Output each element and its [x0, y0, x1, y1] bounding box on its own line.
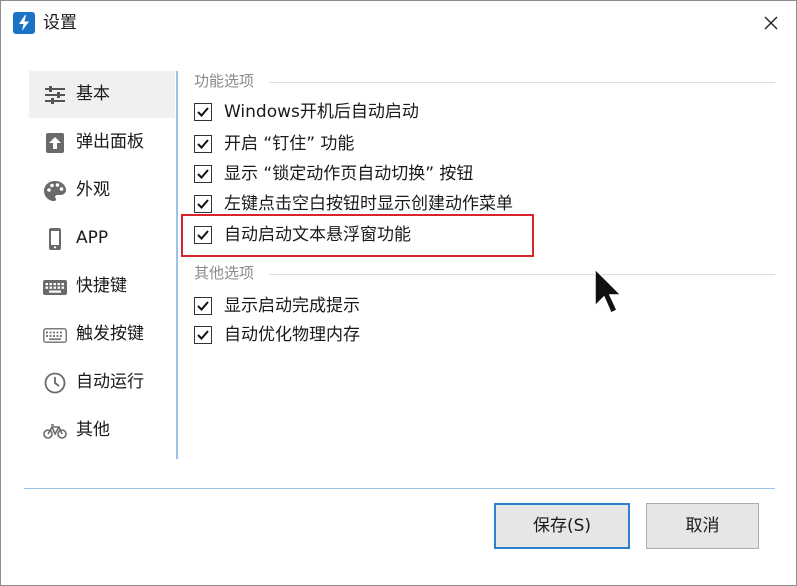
checkbox[interactable] [194, 195, 212, 213]
sidebar-item-appearance[interactable]: 外观 [29, 167, 175, 214]
settings-dialog: 设置 基本 弹出面板 外观 APP 快捷键 触发按键 自动运行 其他 功能选项 … [0, 0, 797, 586]
sliders-icon [45, 86, 65, 104]
sidebar-item-trigger-keys[interactable]: 触发按键 [29, 311, 175, 358]
option-label: Windows开机后自动启动 [224, 102, 419, 122]
close-icon [764, 16, 778, 30]
section-title-features: 功能选项 [194, 72, 255, 90]
sidebar-item-basic[interactable]: 基本 [29, 71, 175, 118]
option-label: 显示 “锁定动作页自动切换” 按钮 [224, 164, 474, 184]
close-button[interactable] [753, 7, 789, 39]
sidebar-item-autorun[interactable]: 自动运行 [29, 359, 175, 406]
checkmark-icon [197, 139, 209, 149]
save-button[interactable]: 保存(S) [494, 503, 630, 549]
sidebar-item-label: 快捷键 [76, 276, 127, 296]
checkmark-icon [197, 199, 209, 209]
sidebar-item-label: 基本 [76, 84, 110, 104]
arrow-up-icon [46, 133, 64, 153]
bicycle-icon [43, 424, 67, 439]
sidebar-item-app[interactable]: APP [29, 215, 175, 262]
footer-divider [24, 488, 775, 489]
sidebar: 基本 弹出面板 外观 APP 快捷键 触发按键 自动运行 其他 [29, 71, 177, 459]
sidebar-item-label: 弹出面板 [76, 132, 144, 152]
clock-icon [44, 372, 66, 394]
sidebar-item-label: 触发按键 [76, 324, 144, 344]
sidebar-item-label: 其他 [76, 420, 110, 440]
checkbox[interactable] [194, 297, 212, 315]
phone-icon [49, 228, 61, 250]
checkmark-icon [197, 330, 209, 340]
sidebar-item-other[interactable]: 其他 [29, 407, 175, 454]
checkbox[interactable] [194, 326, 212, 344]
checkmark-icon [197, 301, 209, 311]
checkbox[interactable] [194, 103, 212, 121]
section-divider [269, 274, 775, 275]
keyboard-outline-icon [43, 328, 67, 343]
window-title: 设置 [43, 13, 77, 33]
palette-icon [44, 181, 66, 201]
section-title-other: 其他选项 [194, 264, 255, 282]
section-divider [269, 82, 775, 83]
checkbox[interactable] [194, 135, 212, 153]
keyboard-icon [43, 280, 67, 295]
sidebar-item-label: APP [76, 228, 109, 248]
title-bar: 设置 [1, 1, 796, 45]
checkbox[interactable] [194, 165, 212, 183]
cancel-button[interactable]: 取消 [646, 503, 759, 549]
lightning-icon [13, 12, 35, 34]
sidebar-item-shortcuts[interactable]: 快捷键 [29, 263, 175, 310]
sidebar-item-label: 自动运行 [76, 372, 144, 392]
checkmark-icon [197, 169, 209, 179]
sidebar-divider [176, 71, 178, 459]
option-label: 左键点击空白按钮时显示创建动作菜单 [224, 194, 513, 214]
option-label: 自动优化物理内存 [224, 325, 360, 345]
option-label: 开启 “钉住” 功能 [224, 134, 355, 154]
highlight-annotation [181, 214, 534, 257]
checkmark-icon [197, 107, 209, 117]
mouse-cursor-icon [594, 268, 622, 315]
sidebar-item-popup-panel[interactable]: 弹出面板 [29, 119, 175, 166]
option-label: 显示启动完成提示 [224, 296, 360, 316]
sidebar-item-label: 外观 [76, 180, 110, 200]
